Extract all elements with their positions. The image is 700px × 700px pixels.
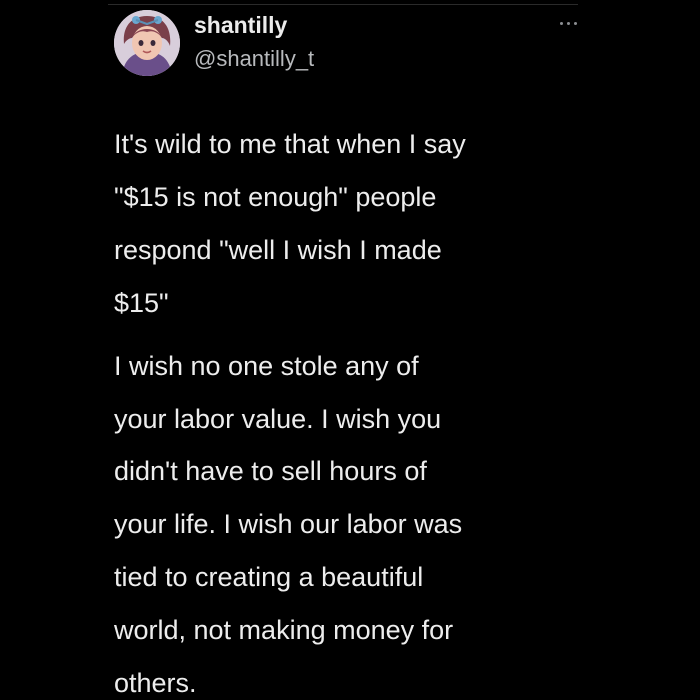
tweet-paragraph: I wish no one stole any of your labor va… xyxy=(114,350,463,699)
tweet-text: It's wild to me that when I say "$15 is … xyxy=(114,118,594,700)
tweet-screenshot: shantilly @shantilly_t It's wild to me t… xyxy=(0,0,700,700)
avatar-illustration-icon xyxy=(114,10,180,76)
avatar[interactable] xyxy=(114,10,180,76)
top-divider xyxy=(108,4,578,5)
tweet-paragraph: It's wild to me that when I say "$15 is … xyxy=(114,129,466,318)
user-handle[interactable]: @shantilly_t xyxy=(194,46,314,72)
ellipsis-horizontal-icon[interactable] xyxy=(557,16,581,30)
display-name[interactable]: shantilly xyxy=(194,12,287,39)
